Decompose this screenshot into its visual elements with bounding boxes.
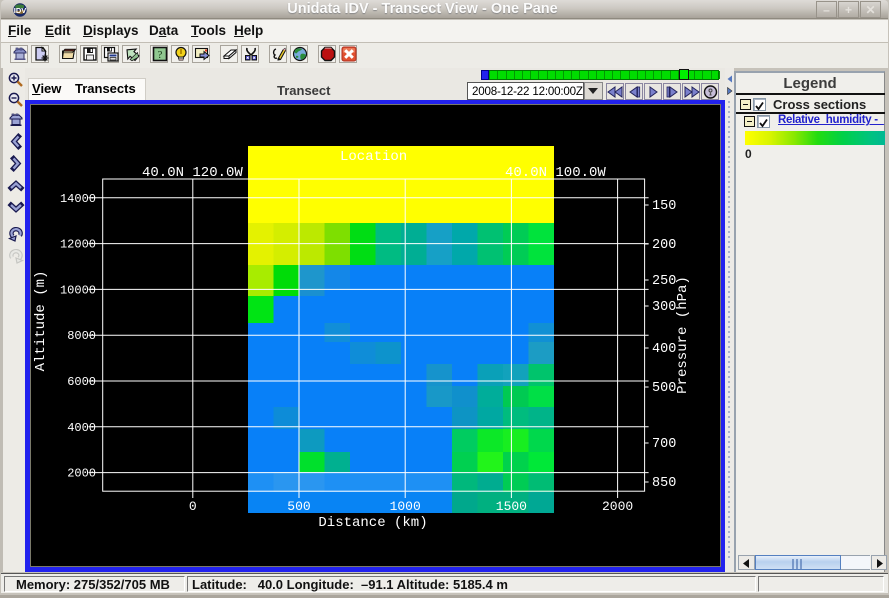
svg-text:Distance (km): Distance (km) bbox=[318, 515, 427, 531]
svg-text:Pressure (hPa): Pressure (hPa) bbox=[675, 276, 691, 394]
svg-text:40.0N 120.0W: 40.0N 120.0W bbox=[142, 165, 243, 181]
svg-text:8000: 8000 bbox=[67, 329, 96, 343]
svg-text:2000: 2000 bbox=[67, 467, 96, 481]
svg-text:14000: 14000 bbox=[60, 192, 96, 206]
svg-text:6000: 6000 bbox=[67, 375, 96, 389]
svg-text:Location: Location bbox=[340, 149, 407, 165]
svg-text:0: 0 bbox=[189, 499, 197, 514]
svg-text:500: 500 bbox=[652, 381, 676, 396]
svg-text:250: 250 bbox=[652, 274, 676, 289]
svg-text:1500: 1500 bbox=[496, 499, 527, 514]
svg-text:700: 700 bbox=[652, 437, 676, 452]
svg-text:4000: 4000 bbox=[67, 421, 96, 435]
svg-text:500: 500 bbox=[287, 499, 310, 514]
svg-text:300: 300 bbox=[652, 300, 676, 315]
svg-text:Altitude (m): Altitude (m) bbox=[33, 271, 49, 372]
svg-text:1000: 1000 bbox=[390, 499, 421, 514]
svg-text:850: 850 bbox=[652, 476, 676, 491]
svg-text:?: ? bbox=[158, 49, 163, 61]
svg-text:200: 200 bbox=[652, 238, 676, 253]
svg-text:150: 150 bbox=[652, 199, 676, 214]
svg-text:12000: 12000 bbox=[60, 238, 96, 252]
svg-text:2000: 2000 bbox=[602, 499, 633, 514]
svg-text:400: 400 bbox=[652, 342, 676, 357]
svg-text:40.0N 100.0W: 40.0N 100.0W bbox=[505, 165, 606, 181]
svg-text:10000: 10000 bbox=[60, 283, 96, 297]
